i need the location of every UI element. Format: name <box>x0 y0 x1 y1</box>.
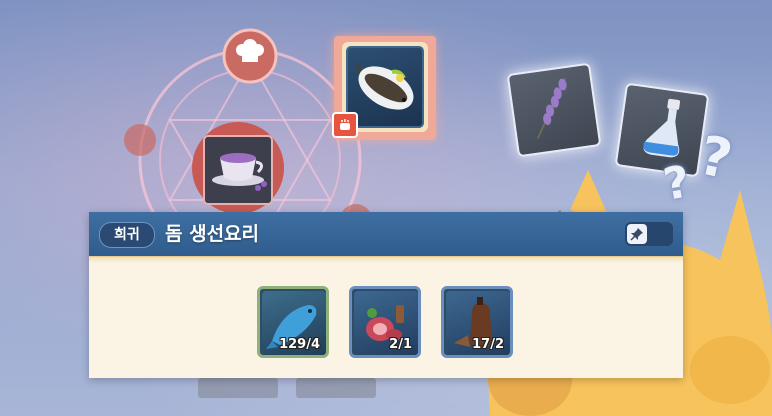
ingredient-count: 129/4 <box>279 337 320 352</box>
background-button <box>198 378 278 398</box>
ingredient-list: 129/4 2/1 17/2 <box>257 286 517 362</box>
lavender-card <box>506 62 602 158</box>
target-dish-slot[interactable] <box>332 36 436 140</box>
ingredient-slot-meat[interactable]: 2/1 <box>349 286 421 358</box>
ingredient-slot-fish[interactable]: 129/4 <box>257 286 329 358</box>
background-button <box>296 378 376 398</box>
header-divider <box>89 256 683 263</box>
cook-icon <box>332 112 358 138</box>
ingredient-count: 17/2 <box>472 337 504 352</box>
recipe-panel: 희귀 돔 생선요리 129/4 2/1 17/2 <box>89 212 683 378</box>
recipe-name: 돔 생선요리 <box>165 223 260 245</box>
rarity-badge: 희귀 <box>99 222 155 248</box>
recipe-header: 희귀 돔 생선요리 <box>89 212 683 256</box>
pin-icon[interactable] <box>627 224 647 244</box>
ingredient-slot-pepper[interactable]: 17/2 <box>441 286 513 358</box>
pin-toggle[interactable] <box>625 222 673 246</box>
ingredient-count: 2/1 <box>389 337 412 352</box>
lavender-icon <box>536 77 567 139</box>
